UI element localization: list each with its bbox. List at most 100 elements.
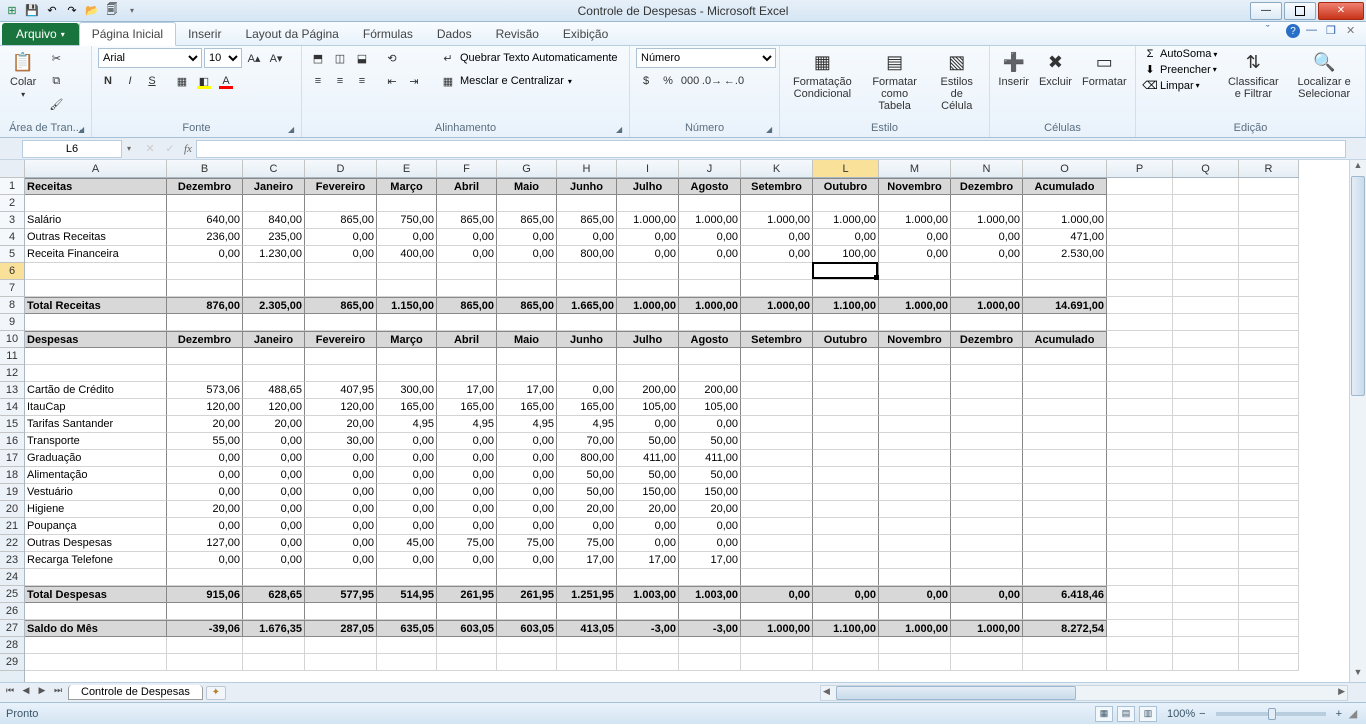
cell[interactable] — [1107, 416, 1173, 433]
cell[interactable] — [879, 416, 951, 433]
fill-button[interactable]: ⬇Preencher▾ — [1142, 63, 1217, 76]
conditional-formatting-button[interactable]: ▦ Formatação Condicional — [786, 48, 859, 102]
cell[interactable] — [1239, 382, 1299, 399]
cell[interactable]: 0,00 — [305, 535, 377, 552]
cell[interactable] — [813, 552, 879, 569]
cell[interactable]: 0,00 — [497, 501, 557, 518]
last-sheet-icon[interactable]: ⏭ — [50, 685, 66, 701]
cell[interactable] — [377, 603, 437, 620]
cell[interactable]: 0,00 — [243, 467, 305, 484]
cell[interactable] — [1239, 178, 1299, 195]
cell[interactable]: 0,00 — [617, 416, 679, 433]
cell[interactable]: 865,00 — [305, 297, 377, 314]
cell[interactable] — [1239, 518, 1299, 535]
cell[interactable]: Higiene — [25, 501, 167, 518]
cell[interactable] — [1173, 654, 1239, 671]
cell[interactable]: 105,00 — [617, 399, 679, 416]
cell[interactable] — [305, 637, 377, 654]
cell[interactable]: 0,00 — [437, 467, 497, 484]
cell[interactable]: Poupança — [25, 518, 167, 535]
cell[interactable] — [557, 637, 617, 654]
cell[interactable]: Outras Despesas — [25, 535, 167, 552]
cell[interactable]: 0,00 — [741, 246, 813, 263]
cell[interactable] — [741, 467, 813, 484]
cell[interactable] — [741, 535, 813, 552]
cell[interactable] — [951, 552, 1023, 569]
cell[interactable]: Julho — [617, 178, 679, 195]
row-header[interactable]: 19 — [0, 484, 24, 501]
cell[interactable] — [25, 280, 167, 297]
cell[interactable]: 628,65 — [243, 586, 305, 603]
cell[interactable]: Dezembro — [167, 331, 243, 348]
cell[interactable] — [437, 314, 497, 331]
cell[interactable] — [879, 263, 951, 280]
cell[interactable]: 0,00 — [879, 586, 951, 603]
bold-button[interactable]: N — [98, 71, 118, 91]
cell[interactable] — [1107, 382, 1173, 399]
cell[interactable] — [741, 433, 813, 450]
cell[interactable]: 0,00 — [679, 246, 741, 263]
cell[interactable]: 0,00 — [617, 229, 679, 246]
column-header[interactable]: Q — [1173, 160, 1239, 177]
cell[interactable] — [1173, 348, 1239, 365]
cell[interactable]: 1.000,00 — [741, 620, 813, 637]
cell[interactable]: 1.000,00 — [951, 212, 1023, 229]
zoom-in-icon[interactable]: + — [1336, 708, 1342, 720]
cell[interactable]: 0,00 — [377, 518, 437, 535]
cell[interactable] — [305, 569, 377, 586]
cell[interactable]: 0,00 — [167, 518, 243, 535]
cell[interactable]: Janeiro — [243, 331, 305, 348]
cell[interactable] — [741, 416, 813, 433]
cell[interactable] — [1173, 552, 1239, 569]
cell[interactable]: Setembro — [741, 178, 813, 195]
cell[interactable] — [879, 518, 951, 535]
cell[interactable] — [305, 263, 377, 280]
vertical-scrollbar[interactable]: ▲ ▼ — [1349, 160, 1366, 682]
cell[interactable] — [617, 195, 679, 212]
cell[interactable]: 0,00 — [167, 484, 243, 501]
cell[interactable] — [1107, 314, 1173, 331]
cell[interactable] — [1239, 416, 1299, 433]
cell[interactable] — [617, 314, 679, 331]
cell[interactable] — [557, 195, 617, 212]
cell[interactable]: 50,00 — [617, 467, 679, 484]
cell[interactable]: 17,00 — [679, 552, 741, 569]
cell[interactable]: 0,00 — [377, 484, 437, 501]
horizontal-scroll-thumb[interactable] — [836, 686, 1076, 700]
cell[interactable]: 50,00 — [557, 484, 617, 501]
cell[interactable]: 4,95 — [437, 416, 497, 433]
cell[interactable]: Abril — [437, 331, 497, 348]
cell[interactable] — [1107, 433, 1173, 450]
cell[interactable]: 20,00 — [617, 501, 679, 518]
decrease-decimal-icon[interactable]: ←.0 — [724, 71, 744, 91]
cell[interactable]: 0,00 — [437, 501, 497, 518]
cell[interactable] — [879, 467, 951, 484]
cell[interactable]: 14.691,00 — [1023, 297, 1107, 314]
cell[interactable]: 411,00 — [679, 450, 741, 467]
cell[interactable]: 300,00 — [377, 382, 437, 399]
sheet-tab-active[interactable]: Controle de Despesas — [68, 685, 203, 700]
cell[interactable]: 50,00 — [679, 467, 741, 484]
cell[interactable]: 0,00 — [951, 229, 1023, 246]
cell[interactable] — [741, 382, 813, 399]
cell[interactable]: 17,00 — [497, 382, 557, 399]
cell[interactable]: 0,00 — [497, 484, 557, 501]
cell[interactable] — [497, 314, 557, 331]
row-header[interactable]: 6 — [0, 263, 24, 280]
cell[interactable]: 235,00 — [243, 229, 305, 246]
cell[interactable] — [741, 637, 813, 654]
sort-filter-button[interactable]: ⇅Classificar e Filtrar — [1223, 48, 1283, 102]
cell[interactable]: 488,65 — [243, 382, 305, 399]
cell[interactable] — [167, 280, 243, 297]
merge-button[interactable]: ▦ Mesclar e Centralizar ▾ — [438, 71, 618, 91]
cell[interactable]: 0,00 — [437, 433, 497, 450]
cell[interactable] — [25, 654, 167, 671]
tab-data[interactable]: Dados — [425, 23, 484, 45]
cell[interactable] — [1107, 518, 1173, 535]
cell[interactable] — [305, 280, 377, 297]
cell[interactable]: ItauCap — [25, 399, 167, 416]
cell[interactable]: 0,00 — [437, 552, 497, 569]
cell[interactable]: 0,00 — [167, 552, 243, 569]
cell[interactable]: Dezembro — [951, 178, 1023, 195]
cell[interactable]: Saldo do Mês — [25, 620, 167, 637]
